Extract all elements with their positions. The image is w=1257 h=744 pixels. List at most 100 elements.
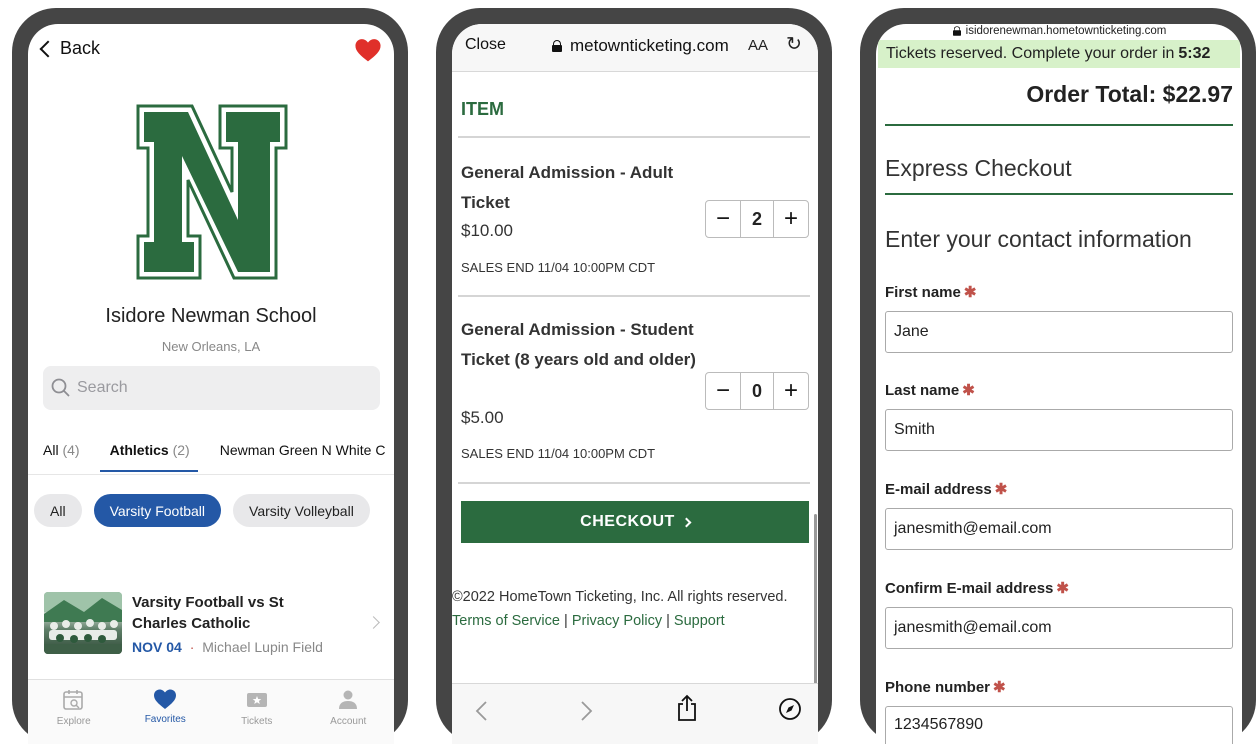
reserved-text: Tickets reserved. Complete your order in [886,45,1175,62]
checkout-screen: isidorenewman.hometownticketing.com Tick… [876,24,1242,744]
express-checkout-heading: Express Checkout [885,155,1072,181]
divider [458,295,810,297]
required-mark: ✱ [1056,580,1069,597]
heart-icon [154,689,177,709]
privacy-link[interactable]: Privacy Policy [572,613,662,629]
tab-all-count: (4) [62,442,80,458]
decrement-button[interactable]: − [706,379,740,403]
tab-athletics-count: (2) [172,442,190,458]
tabs-divider [28,474,394,475]
quantity-value[interactable]: 2 [740,201,774,237]
close-button[interactable]: Close [465,36,506,54]
url-text: isidorenewman.hometownticketing.com [965,25,1167,37]
email-label: E-mail address ✱ [885,480,1007,498]
ticket-sales-end: SALES END 11/04 10:00PM CDT [461,260,656,275]
order-total: Order Total: $22.97 [1026,81,1233,107]
chip-all[interactable]: All [34,494,82,527]
first-name-field[interactable]: Jane [885,311,1233,353]
tab-newman-green-n-white[interactable]: Newman Green N White C [220,442,386,472]
ticket-icon [246,693,267,707]
school-location: New Orleans, LA [161,339,261,354]
increment-button[interactable]: + [774,207,808,231]
decrement-button[interactable]: − [706,207,740,231]
nav-account[interactable]: Account [303,680,395,744]
link-separator: | [564,613,568,629]
search-icon [51,378,70,397]
tab-athletics[interactable]: Athletics (2) [99,442,198,472]
required-mark: ✱ [993,679,1006,696]
address-bar[interactable]: metownticketing.com [552,36,729,56]
quantity-value[interactable]: 0 [740,373,774,409]
phone-frame-checkout: isidorenewman.hometownticketing.com Tick… [860,8,1256,744]
divider [458,136,810,138]
browser-top-bar: Close metownticketing.com AA ↻ [452,24,818,72]
scrollbar[interactable] [814,514,817,684]
event-list-item[interactable]: Varsity Football vs St Charles Catholic … [44,592,384,656]
quantity-stepper: − 2 + [705,200,809,238]
checkout-button[interactable]: CHECKOUT [461,501,809,543]
search-input[interactable]: Search [43,366,380,410]
terms-link[interactable]: Terms of Service [452,613,560,629]
nav-explore[interactable]: Explore [28,680,120,744]
url-text: metownticketing.com [570,36,729,55]
share-icon[interactable] [676,694,698,722]
ticket-price: $10.00 [461,221,513,240]
address-bar[interactable]: isidorenewman.hometownticketing.com [876,24,1242,38]
last-name-label: Last name ✱ [885,381,975,399]
event-date: NOV 04 [132,639,182,655]
required-mark: ✱ [963,284,977,301]
copyright-text: ©2022 HomeTown Ticketing, Inc. All right… [452,589,788,605]
nav-favorites-label: Favorites [144,714,186,725]
divider [458,482,810,484]
chip-varsity-football[interactable]: Varsity Football [93,494,222,527]
required-mark: ✱ [994,481,1008,498]
chevron-right-icon [681,517,692,527]
phone-frame-browser: Close metownticketing.com AA ↻ ITEM Gene… [436,8,832,744]
event-thumbnail [44,592,122,654]
chevron-right-icon [367,616,380,629]
chip-varsity-volleyball[interactable]: Varsity Volleyball [233,494,370,527]
field-label-text: First name [885,284,961,301]
email-field[interactable]: janesmith@email.com [885,508,1233,550]
forward-arrow-icon[interactable] [578,699,594,723]
back-button[interactable]: Back [38,38,100,59]
field-label-text: E-mail address [885,481,992,498]
account-icon [339,690,358,709]
contact-heading: Enter your contact information [885,226,1192,252]
category-tabs: All (4) Athletics (2) Newman Green N Whi… [43,442,394,472]
compass-icon[interactable] [778,697,802,721]
back-arrow-icon[interactable] [474,699,490,723]
reload-icon[interactable]: ↻ [786,33,802,56]
last-name-field[interactable]: Smith [885,409,1233,451]
nav-tickets[interactable]: Tickets [211,680,303,744]
quantity-stepper: − 0 + [705,372,809,410]
event-meta: NOV 04 · Michael Lupin Field [132,639,323,655]
ticket-title: General Admission - Adult Ticket [461,163,674,212]
ticket-sales-end: SALES END 11/04 10:00PM CDT [461,446,656,461]
field-label-text: Last name [885,382,960,399]
tab-newman-label: Newman Green N White C [219,442,386,458]
back-label: Back [60,38,101,58]
calendar-search-icon [62,690,83,710]
lock-icon [952,26,961,36]
phone-number-label: Phone number ✱ [885,678,1006,696]
event-title: Varsity Football vs St Charles Catholic [132,594,284,632]
support-link[interactable]: Support [674,613,725,629]
confirm-email-label: Confirm E-mail address ✱ [885,579,1069,597]
field-label-text: Confirm E-mail address [885,580,1054,597]
event-meta-separator: · [189,639,195,655]
nav-favorites[interactable]: Favorites [120,680,212,744]
text-size-button[interactable]: AA [748,37,768,54]
chevron-left-icon [39,40,57,57]
confirm-email-field[interactable]: janesmith@email.com [885,607,1233,649]
favorite-heart-icon[interactable] [354,38,382,62]
divider [885,193,1233,195]
school-name: Isidore Newman School [105,305,317,327]
app-screen: Back Isidore Newman School New Orleans, … [28,24,394,744]
footer-links: Terms of Service | Privacy Policy | Supp… [452,613,725,629]
nav-account-label: Account [330,716,367,727]
tab-all[interactable]: All (4) [43,442,80,472]
phone-number-field[interactable]: 1234567890 [885,706,1233,744]
divider [885,124,1233,126]
increment-button[interactable]: + [774,379,808,403]
